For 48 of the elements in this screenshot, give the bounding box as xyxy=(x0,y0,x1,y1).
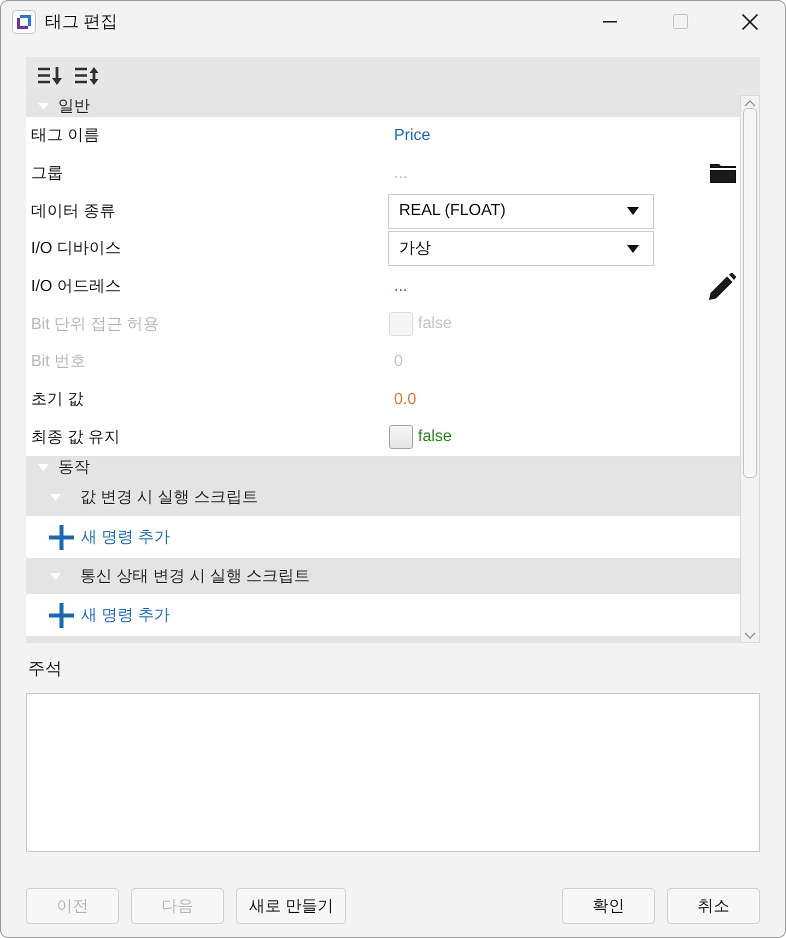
pencil-icon[interactable] xyxy=(709,273,736,300)
property-label: Bit 번호 xyxy=(30,352,86,372)
property-value[interactable]: Price xyxy=(388,126,430,145)
folder-icon[interactable] xyxy=(710,164,736,184)
app-logo-icon xyxy=(12,10,36,34)
maximize-icon xyxy=(672,14,688,29)
sort-down-icon[interactable] xyxy=(38,67,62,85)
dialog-button[interactable]: 확인 xyxy=(562,888,655,924)
script-group-title: 통신 상태 변경 시 실행 스크립트 xyxy=(80,566,310,587)
add-command-link[interactable]: 새 명령 추가 xyxy=(49,524,170,550)
add-command-link[interactable]: 새 명령 추가 xyxy=(49,602,170,628)
comment-label: 주석 xyxy=(27,658,62,680)
caret-icon xyxy=(627,244,639,253)
expand-triangle-icon[interactable] xyxy=(38,102,49,110)
script-group-title: 값 변경 시 실행 스크립트 xyxy=(80,488,258,508)
plus-icon xyxy=(49,524,74,550)
section-title: 일반 xyxy=(58,96,90,116)
scroll-down-icon[interactable] xyxy=(744,632,756,639)
expand-triangle-icon[interactable] xyxy=(50,572,61,581)
property-label: I/O 디바이스 xyxy=(30,239,121,260)
plus-icon xyxy=(49,602,74,628)
scrollbar-thumb[interactable] xyxy=(743,108,757,478)
dropdown[interactable]: REAL (FLOAT) xyxy=(388,194,654,229)
dialog-button[interactable]: 취소 xyxy=(667,888,760,924)
property-label: 초기 값 xyxy=(30,390,84,410)
checkbox-value: false xyxy=(418,428,452,446)
scroll-up-icon[interactable] xyxy=(744,100,756,107)
window-title: 태그 편집 xyxy=(45,11,118,33)
property-value[interactable]: ... xyxy=(388,278,408,296)
property-value[interactable]: 0.0 xyxy=(388,390,416,409)
checkbox[interactable] xyxy=(389,425,413,450)
dialog-button[interactable]: 새로 만들기 xyxy=(236,888,346,924)
property-label: 최종 값 유지 xyxy=(30,428,120,448)
close-icon xyxy=(742,14,758,30)
property-label: I/O 어드레스 xyxy=(30,277,121,298)
section-title: 동작 xyxy=(58,458,90,478)
property-label: 그룹 xyxy=(30,164,63,184)
property-label: 데이터 종류 xyxy=(30,202,116,222)
minimize-icon xyxy=(603,20,617,22)
dropdown[interactable]: 가상 xyxy=(388,231,654,266)
comment-field[interactable] xyxy=(26,693,760,852)
caret-icon xyxy=(627,207,639,216)
property-label: Bit 단위 접근 허용 xyxy=(30,314,160,335)
property-label: 태그 이름 xyxy=(30,126,100,146)
sort-updown-icon[interactable] xyxy=(75,67,99,85)
expand-triangle-icon[interactable] xyxy=(38,462,49,472)
expand-triangle-icon[interactable] xyxy=(50,492,61,502)
checkbox-value: false xyxy=(418,315,452,334)
